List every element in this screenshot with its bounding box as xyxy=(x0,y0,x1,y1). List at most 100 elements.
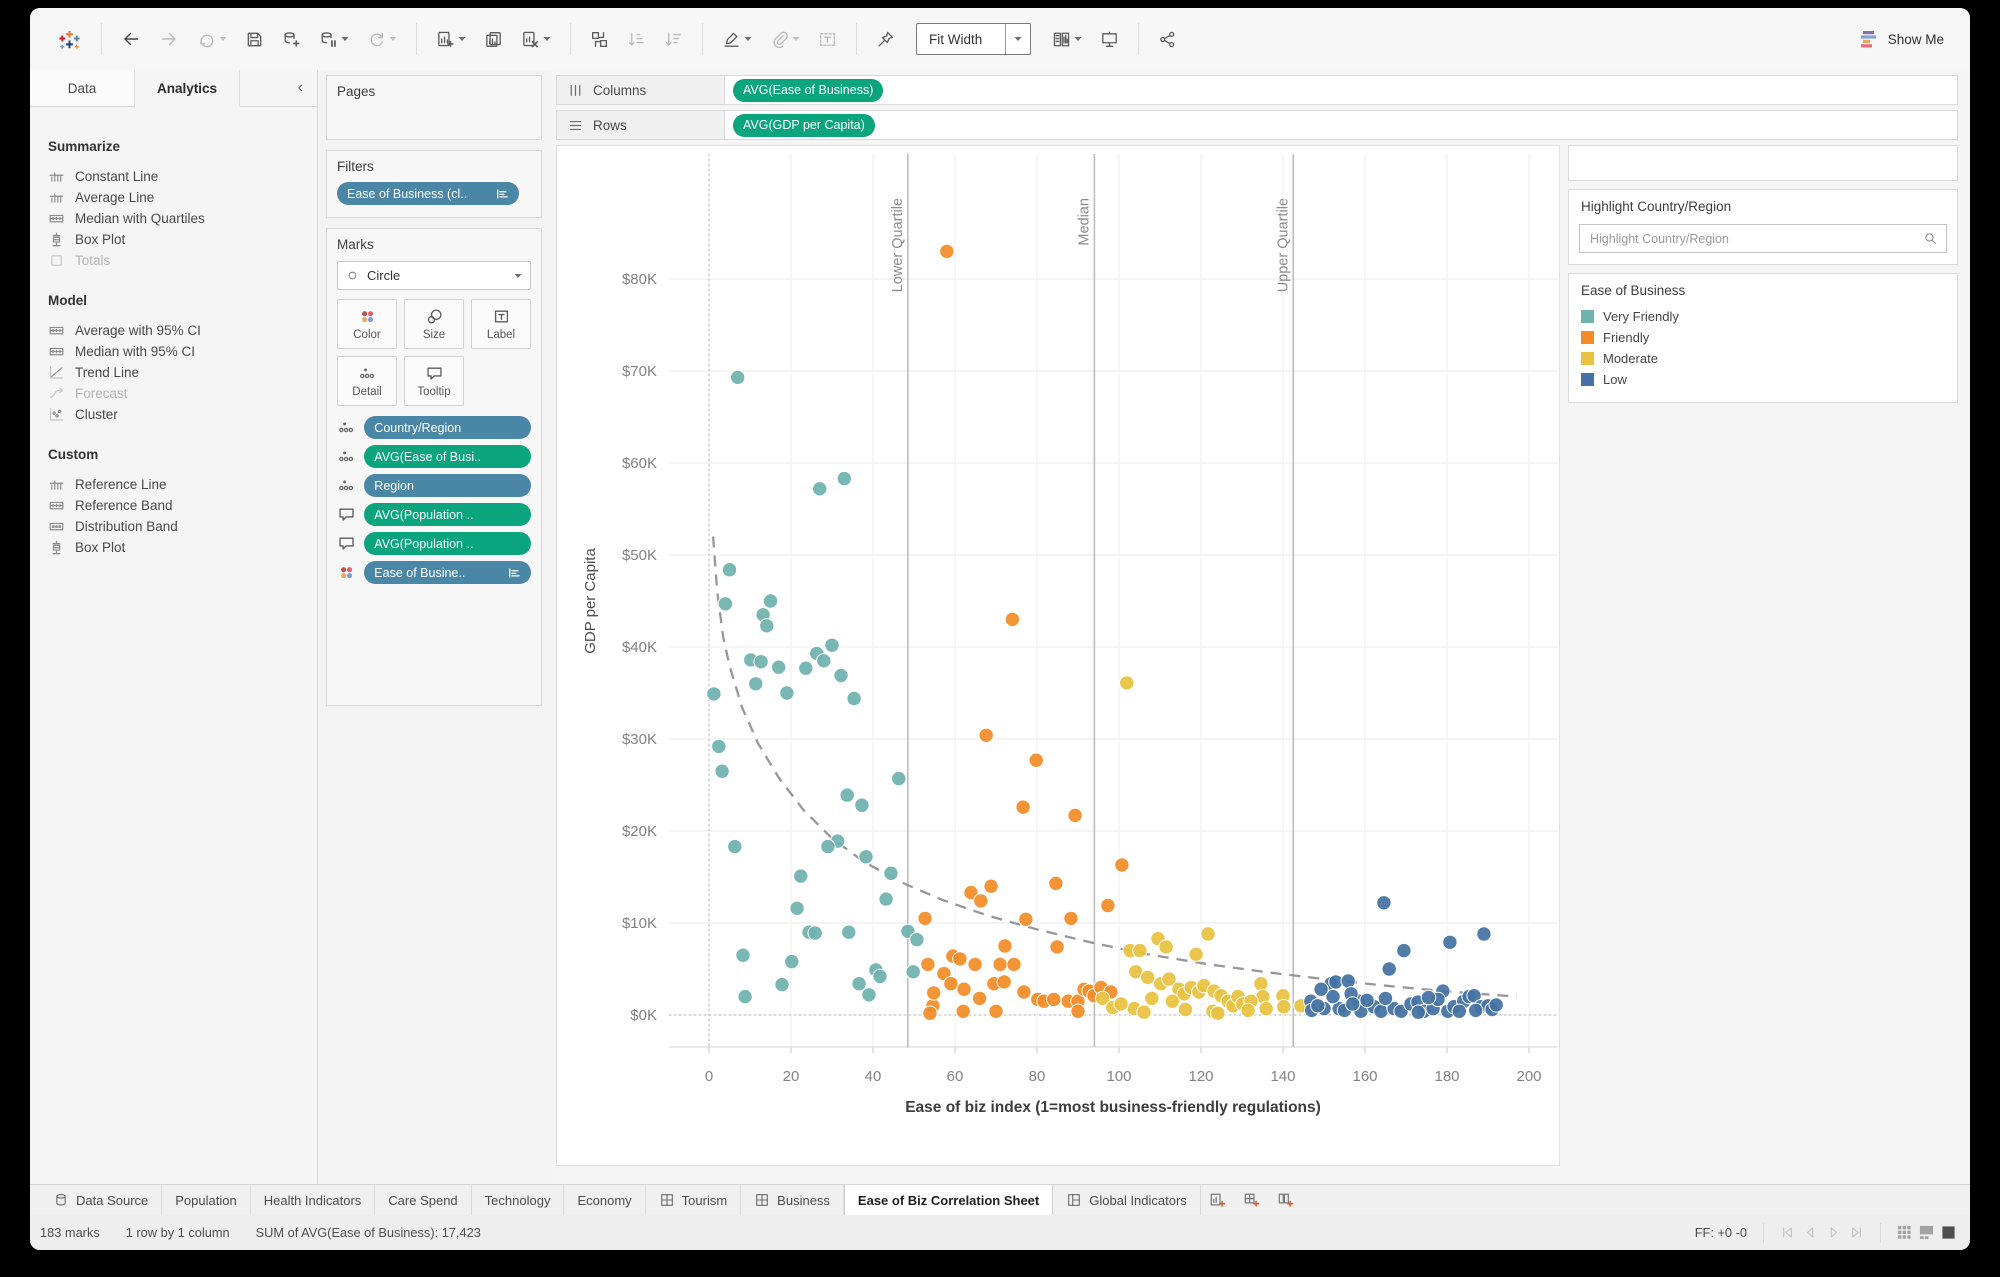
data-point-low[interactable] xyxy=(1377,990,1394,1007)
data-point-moderate[interactable] xyxy=(1158,939,1174,955)
collapse-pane-icon[interactable]: ‹ xyxy=(240,70,317,106)
data-point-friendly[interactable] xyxy=(1028,752,1044,768)
data-point-very-friendly[interactable] xyxy=(735,947,751,963)
data-point-moderate[interactable] xyxy=(1113,996,1129,1012)
share-workbook-button[interactable] xyxy=(1152,26,1183,53)
data-point-friendly[interactable] xyxy=(1100,897,1116,914)
analytics-item-average-with-95-ci[interactable]: Average with 95% CI xyxy=(48,320,299,341)
data-point-very-friendly[interactable] xyxy=(789,900,805,916)
nav-first-icon[interactable] xyxy=(1780,1225,1795,1240)
nav-last-icon[interactable] xyxy=(1849,1225,1864,1240)
analytics-item-reference-band[interactable]: Reference Band xyxy=(48,495,299,516)
data-point-moderate[interactable] xyxy=(1258,1000,1274,1017)
data-point-friendly[interactable] xyxy=(1070,1003,1086,1019)
duplicate-sheet-button[interactable] xyxy=(478,26,509,53)
nav-next-icon[interactable] xyxy=(1826,1225,1841,1240)
pages-shelf[interactable]: Pages xyxy=(326,75,542,140)
data-point-very-friendly[interactable] xyxy=(833,667,849,684)
legend-item-low[interactable]: Low xyxy=(1581,369,1945,390)
new-data-source-button[interactable] xyxy=(276,26,307,53)
data-point-low[interactable] xyxy=(1381,961,1397,977)
new-worksheet-tab-button[interactable] xyxy=(1201,1191,1235,1209)
data-point-very-friendly[interactable] xyxy=(854,797,870,813)
data-point-very-friendly[interactable] xyxy=(836,470,852,487)
mark-button-color[interactable]: Color xyxy=(337,299,397,349)
back-button[interactable] xyxy=(115,25,147,53)
data-point-very-friendly[interactable] xyxy=(891,770,907,787)
sheet-tab-technology[interactable]: Technology xyxy=(472,1185,565,1215)
filter-pill[interactable]: Ease of Business (cl.. xyxy=(337,182,519,205)
data-point-friendly[interactable] xyxy=(988,1003,1004,1019)
data-point-very-friendly[interactable] xyxy=(841,924,857,940)
data-point-friendly[interactable] xyxy=(1049,939,1065,955)
data-point-very-friendly[interactable] xyxy=(721,562,738,578)
data-point-friendly[interactable] xyxy=(920,956,936,973)
scatter-plot[interactable]: $0K $10K $20K $30K $40K $50K $60K $70K $80K 0 20 40… xyxy=(557,146,1559,1165)
data-point-friendly[interactable] xyxy=(996,974,1012,990)
mark-button-tooltip[interactable]: Tooltip xyxy=(404,356,464,406)
data-point-friendly[interactable] xyxy=(1015,799,1031,815)
data-point-friendly[interactable] xyxy=(939,243,955,260)
search-icon[interactable] xyxy=(1923,231,1938,246)
pause-auto-updates-button[interactable] xyxy=(313,26,355,53)
data-point-friendly[interactable] xyxy=(971,990,988,1007)
data-point-very-friendly[interactable] xyxy=(784,953,800,970)
data-point-very-friendly[interactable] xyxy=(737,988,753,1005)
data-point-friendly[interactable] xyxy=(983,878,999,894)
nav-prev-icon[interactable] xyxy=(1803,1225,1818,1240)
data-point-low[interactable] xyxy=(1420,989,1437,1006)
mark-button-size[interactable]: Size xyxy=(404,299,464,349)
data-point-low[interactable] xyxy=(1376,895,1392,911)
data-point-low[interactable] xyxy=(1476,926,1492,942)
sheet-tab-care-spend[interactable]: Care Spend xyxy=(375,1185,472,1215)
sheet-tab-economy[interactable]: Economy xyxy=(564,1185,646,1215)
data-point-moderate[interactable] xyxy=(1276,999,1292,1015)
data-point-friendly[interactable] xyxy=(955,1003,971,1019)
show-me-button[interactable]: Show Me xyxy=(1852,24,1952,54)
highlight-button[interactable] xyxy=(716,26,758,53)
data-point-very-friendly[interactable] xyxy=(717,596,734,612)
data-point-very-friendly[interactable] xyxy=(748,676,764,692)
filters-shelf[interactable]: Filters Ease of Business (cl.. xyxy=(326,150,542,218)
tableau-logo-button[interactable] xyxy=(51,23,88,56)
save-button[interactable] xyxy=(239,26,270,53)
data-point-low[interactable] xyxy=(1359,992,1375,1008)
mark-pill[interactable]: AVG(Ease of Busi.. xyxy=(364,445,531,468)
data-point-friendly[interactable] xyxy=(956,981,972,997)
data-point-very-friendly[interactable] xyxy=(846,690,862,707)
data-point-moderate[interactable] xyxy=(1132,942,1148,959)
data-point-friendly[interactable] xyxy=(917,910,933,927)
worksheet-canvas[interactable]: $0K $10K $20K $30K $40K $50K $60K $70K $80K 0 20 40… xyxy=(556,145,1560,1166)
data-point-moderate[interactable] xyxy=(1177,1001,1194,1018)
data-point-friendly[interactable] xyxy=(1067,807,1083,824)
data-point-very-friendly[interactable] xyxy=(759,618,775,634)
data-point-very-friendly[interactable] xyxy=(779,685,795,701)
data-point-moderate[interactable] xyxy=(1240,1002,1256,1019)
tab-analytics[interactable]: Analytics xyxy=(135,70,240,107)
analytics-item-median-with-95-ci[interactable]: Median with 95% CI xyxy=(48,341,299,362)
data-point-very-friendly[interactable] xyxy=(807,925,823,941)
new-story-tab-button[interactable] xyxy=(1269,1191,1303,1209)
data-point-very-friendly[interactable] xyxy=(905,964,921,980)
data-point-friendly[interactable] xyxy=(1006,956,1022,973)
legend-item-friendly[interactable]: Friendly xyxy=(1581,327,1945,348)
fit-dropdown[interactable]: Fit Width xyxy=(916,23,1031,55)
analytics-item-cluster[interactable]: Cluster xyxy=(48,404,299,425)
data-point-very-friendly[interactable] xyxy=(816,653,832,669)
clear-sheet-button[interactable] xyxy=(515,26,557,53)
view-grid-icon[interactable] xyxy=(1897,1225,1912,1240)
data-point-friendly[interactable] xyxy=(952,951,968,967)
data-point-friendly[interactable] xyxy=(1063,910,1079,927)
presentation-mode-button[interactable] xyxy=(1094,26,1125,53)
data-point-friendly[interactable] xyxy=(973,893,989,909)
data-point-very-friendly[interactable] xyxy=(878,891,894,907)
data-point-low[interactable] xyxy=(1345,996,1361,1012)
analytics-item-trend-line[interactable]: Trend Line xyxy=(48,362,299,383)
data-point-moderate[interactable] xyxy=(1136,1004,1152,1020)
analytics-item-constant-line[interactable]: Constant Line xyxy=(48,166,299,187)
mark-pill[interactable]: AVG(Population .. xyxy=(364,503,531,526)
data-point-moderate[interactable] xyxy=(1200,926,1216,942)
legend-item-moderate[interactable]: Moderate xyxy=(1581,348,1945,369)
data-point-low[interactable] xyxy=(1396,942,1412,959)
highlight-search-input[interactable] xyxy=(1588,230,1923,247)
